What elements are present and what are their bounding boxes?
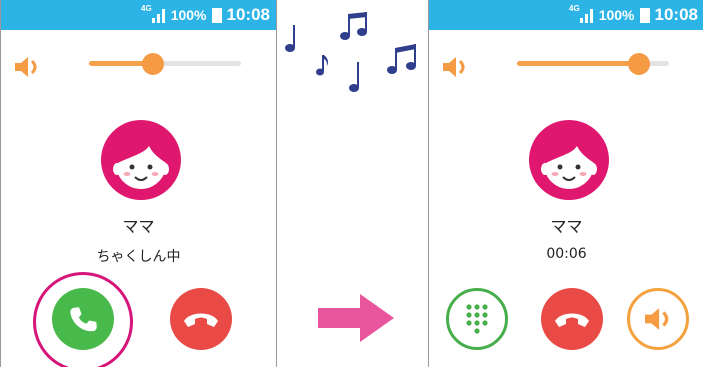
- incoming-call-screen: 4G 100% 10:08 ママ ちゃくしん中: [0, 0, 277, 367]
- battery-icon: [639, 7, 650, 23]
- signal-icon: [579, 8, 593, 23]
- speaker-icon: [645, 307, 669, 331]
- volume-thumb[interactable]: [141, 53, 164, 75]
- call-duration: 00:06: [546, 246, 587, 262]
- in-call-screen: 4G 100% 10:08 ママ 00:06: [428, 0, 703, 367]
- battery-percent: 100%: [598, 7, 635, 23]
- speaker-button[interactable]: [627, 288, 689, 350]
- caller-name: ママ: [550, 217, 583, 236]
- girl-avatar-icon: [529, 120, 609, 200]
- status-bar: 4G 100% 10:08: [1, 0, 276, 30]
- volume-thumb[interactable]: [627, 53, 650, 75]
- battery-percent: 100%: [170, 7, 207, 23]
- volume-slider[interactable]: [517, 53, 669, 75]
- call-status: ちゃくしん中: [96, 249, 181, 265]
- signal-icon: [151, 8, 165, 23]
- keypad-icon: [466, 304, 488, 334]
- girl-avatar-icon: [101, 120, 181, 200]
- network-type: 4G: [141, 3, 152, 13]
- phone-hangup-icon: [555, 313, 589, 327]
- clock: 10:08: [654, 5, 698, 24]
- speaker-icon: [443, 56, 465, 78]
- hangup-button[interactable]: [170, 288, 232, 350]
- keypad-button[interactable]: [446, 288, 508, 350]
- battery-icon: [211, 7, 222, 23]
- network-type: 4G: [569, 3, 580, 13]
- answer-button[interactable]: [52, 288, 114, 350]
- phone-icon: [70, 307, 97, 332]
- speaker-icon: [15, 56, 37, 78]
- music-notes-icon: [285, 12, 416, 92]
- status-bar: 4G 100% 10:08: [429, 0, 703, 30]
- hangup-button[interactable]: [541, 288, 603, 350]
- phone-hangup-icon: [184, 313, 218, 327]
- volume-slider[interactable]: [89, 53, 241, 75]
- caller-name: ママ: [122, 217, 155, 236]
- arrow-right-icon: [318, 294, 394, 342]
- clock: 10:08: [226, 5, 270, 24]
- volume-fill: [517, 61, 639, 66]
